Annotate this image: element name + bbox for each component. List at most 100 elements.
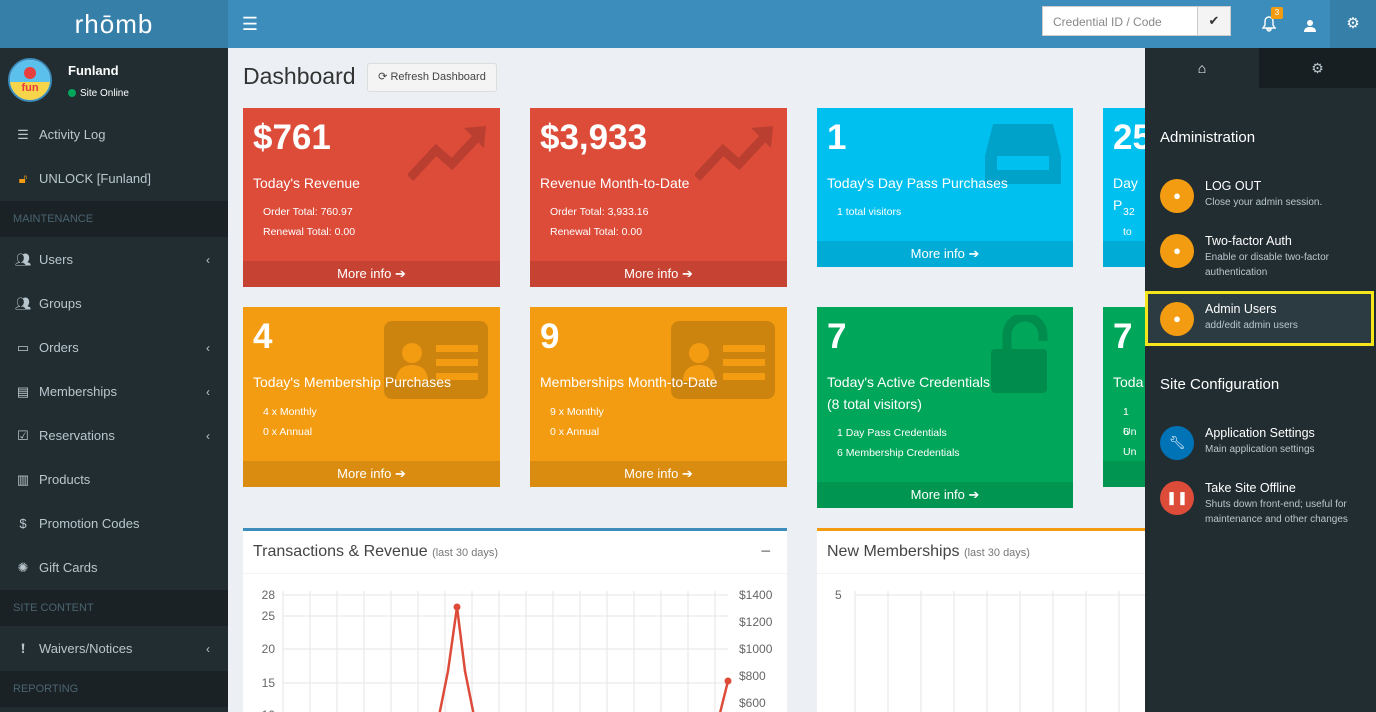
transactions-revenue-panel: Transactions & Revenue (last 30 days) − … bbox=[243, 528, 787, 712]
panel-divider bbox=[243, 573, 787, 574]
app-logo[interactable]: rhōmb bbox=[0, 0, 228, 48]
stat-detail: 32 to bbox=[1123, 206, 1135, 238]
logout-item[interactable]: ● LOG OUT Close your admin session. bbox=[1145, 179, 1376, 223]
chevron-left-icon: ‹ bbox=[206, 385, 210, 399]
gears-icon: ⚙ bbox=[1311, 60, 1324, 76]
section-title-site-configuration: Site Configuration bbox=[1160, 376, 1280, 393]
collapse-icon[interactable]: − bbox=[760, 541, 771, 562]
sidebar-item-memberships[interactable]: ▤ Memberships ‹ bbox=[0, 370, 228, 414]
item-title: LOG OUT bbox=[1205, 179, 1262, 193]
inbox-icon: ▭ bbox=[16, 340, 30, 355]
chevron-left-icon: ‹ bbox=[206, 341, 210, 355]
y-tick-label-right: $600 bbox=[739, 696, 766, 710]
sidebar-item-gift-cards[interactable]: ✺ Gift Cards bbox=[0, 546, 228, 590]
credential-submit-button[interactable]: ✔ bbox=[1197, 6, 1231, 36]
stat-caption: Toda bbox=[1113, 374, 1144, 390]
stat-value: 25 bbox=[1113, 118, 1145, 157]
two-factor-item[interactable]: ● Two-factor Auth Enable or disable two-… bbox=[1145, 234, 1376, 284]
stat-value: 4 bbox=[253, 317, 273, 356]
sidebar-item-unlock[interactable]: 🔓︎ UNLOCK [Funland] bbox=[0, 157, 228, 201]
section-header-maintenance: MAINTENANCE bbox=[0, 201, 228, 237]
stat-caption: Today's Revenue bbox=[253, 175, 360, 191]
site-status: Site Online bbox=[68, 88, 129, 99]
section-header-reporting: REPORTING bbox=[0, 671, 228, 707]
more-info-link[interactable]: More info ➔ bbox=[243, 261, 500, 287]
sidebar-item-orders[interactable]: ▭ Orders ‹ bbox=[0, 326, 228, 370]
stat-caption: Today's Membership Purchases bbox=[253, 374, 451, 390]
stat-value: $761 bbox=[253, 118, 331, 157]
sidebar-item-products[interactable]: ▥ Products bbox=[0, 458, 228, 502]
admin-users-item[interactable]: ● Admin Users add/edit admin users bbox=[1145, 302, 1376, 342]
users-icon: 👥︎ bbox=[15, 252, 32, 267]
sidebar-toggle-icon[interactable]: ☰ bbox=[238, 12, 262, 36]
unlock-icon: 🔓︎ bbox=[18, 171, 28, 186]
application-settings-item[interactable]: 🔧︎ Application Settings Main application… bbox=[1145, 426, 1376, 466]
exclamation-icon: ❗︎ bbox=[21, 641, 25, 656]
item-subtitle: Enable or disable two-factor authenticat… bbox=[1205, 252, 1329, 278]
sidebar-item-users[interactable]: 👥︎ Users ‹ bbox=[0, 238, 228, 282]
groups-icon: 👥︎ bbox=[15, 296, 32, 311]
user-icon: ● bbox=[1160, 234, 1194, 268]
more-info-link[interactable] bbox=[1103, 241, 1145, 267]
sidebar-item-reservations[interactable]: ☑ Reservations ‹ bbox=[0, 414, 228, 458]
item-title: Admin Users bbox=[1205, 302, 1277, 316]
sidebar-item-waivers[interactable]: ❗︎ Waivers/Notices ‹ bbox=[0, 627, 228, 671]
panel-subtitle: (last 30 days) bbox=[963, 547, 1030, 559]
panel-divider bbox=[817, 573, 1145, 574]
more-info-label: More info bbox=[910, 246, 965, 261]
stat-box-membership-purchases: 4 Today's Membership Purchases 4 x Month… bbox=[243, 307, 500, 487]
more-info-link[interactable]: More info ➔ bbox=[530, 461, 787, 487]
home-tab[interactable]: ⌂ bbox=[1145, 48, 1259, 88]
memberships-chart: 5 bbox=[835, 588, 1145, 712]
sidebar-item-label: Promotion Codes bbox=[39, 516, 140, 531]
stat-detail: 9 x Monthly bbox=[550, 406, 604, 418]
credential-input[interactable]: Credential ID / Code bbox=[1042, 6, 1198, 36]
avatar: fun bbox=[8, 58, 52, 102]
settings-tab[interactable]: ⚙ bbox=[1259, 48, 1376, 88]
site-name: Funland bbox=[68, 63, 119, 78]
stat-detail: 0 x Annual bbox=[263, 426, 313, 438]
unlock-icon bbox=[991, 315, 1048, 393]
more-info-link[interactable]: More info ➔ bbox=[817, 482, 1073, 508]
stat-caption-line: (8 total visitors) bbox=[827, 396, 922, 412]
barcode-icon: ▥ bbox=[16, 472, 30, 487]
item-subtitle: add/edit admin users bbox=[1205, 320, 1298, 331]
user-icon: ● bbox=[1160, 302, 1194, 336]
y-tick-label-right: $1000 bbox=[739, 642, 773, 656]
more-info-label: More info bbox=[910, 487, 965, 502]
sidebar-item-label: UNLOCK [Funland] bbox=[39, 171, 151, 186]
item-subtitle: Main application settings bbox=[1205, 444, 1315, 455]
sidebar-item-groups[interactable]: 👥︎ Groups bbox=[0, 282, 228, 326]
more-info-label: More info bbox=[624, 466, 679, 481]
line-chart-icon bbox=[408, 126, 486, 182]
stat-detail: 0 x Annual bbox=[550, 426, 600, 438]
take-site-offline-item[interactable]: ❚❚ Take Site Offline Shuts down front-en… bbox=[1145, 481, 1376, 531]
stat-caption: Memberships Month-to-Date bbox=[540, 374, 718, 390]
transactions-chart: 28 25 20 15 10 $1400 $1200 $1000 $800 $600 bbox=[262, 588, 773, 712]
section-header-site-content: SITE CONTENT bbox=[0, 590, 228, 626]
panel-title-text: Transactions & Revenue bbox=[253, 543, 428, 560]
revenue-point bbox=[453, 603, 461, 611]
more-info-label: More info bbox=[624, 266, 679, 281]
user-icon[interactable] bbox=[1292, 0, 1328, 48]
pause-icon: ❚❚ bbox=[1160, 481, 1194, 515]
gears-icon[interactable]: ⚙ bbox=[1330, 0, 1376, 48]
stat-caption: Today's Active Credentials (8 total visit… bbox=[827, 371, 990, 415]
stat-caption: Revenue Month-to-Date bbox=[540, 175, 690, 191]
more-info-link[interactable] bbox=[1103, 461, 1145, 487]
status-text: Site Online bbox=[80, 88, 129, 99]
more-info-link[interactable]: More info ➔ bbox=[530, 261, 787, 287]
item-title: Two-factor Auth bbox=[1205, 234, 1292, 248]
sidebar-item-promotion-codes[interactable]: $ Promotion Codes bbox=[0, 502, 228, 546]
y-tick-label: 20 bbox=[262, 642, 276, 656]
sidebar-item-activity-log[interactable]: ☰ Activity Log bbox=[0, 113, 228, 157]
list-icon: ☰ bbox=[17, 127, 29, 142]
refresh-dashboard-button[interactable]: ⟳ Refresh Dashboard bbox=[367, 63, 497, 92]
stat-value: 7 bbox=[827, 317, 847, 356]
sidebar-item-label: Orders bbox=[39, 340, 79, 355]
more-info-link[interactable]: More info ➔ bbox=[243, 461, 500, 487]
stat-detail: 1 total visitors bbox=[837, 206, 902, 218]
more-info-link[interactable]: More info ➔ bbox=[817, 241, 1073, 267]
stat-caption: Today's Day Pass Purchases bbox=[827, 175, 1008, 191]
refresh-label: Refresh Dashboard bbox=[390, 71, 486, 83]
